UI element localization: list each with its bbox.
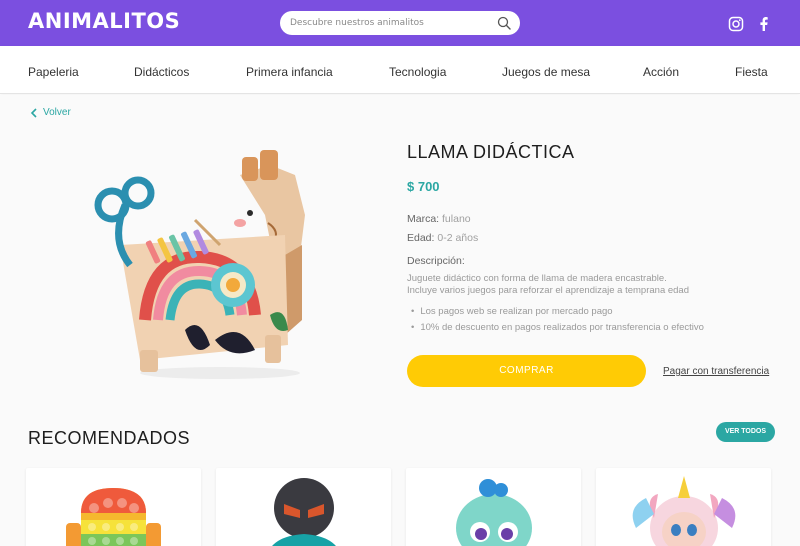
nav-item-tecnologia[interactable]: Tecnologia	[389, 65, 446, 79]
nav-item-didacticos[interactable]: Didácticos	[134, 65, 189, 79]
facebook-icon[interactable]	[756, 16, 772, 32]
logo[interactable]: ANIMALITOS	[28, 9, 180, 33]
see-all-button[interactable]: VER TODOS	[716, 422, 775, 442]
nav-item-juegos-de-mesa[interactable]: Juegos de mesa	[502, 65, 590, 79]
search-icon[interactable]	[497, 16, 511, 30]
product-card[interactable]	[596, 468, 771, 546]
product-price: $ 700	[407, 179, 440, 194]
product-card[interactable]	[406, 468, 581, 546]
brand-value: fulano	[442, 213, 471, 225]
category-nav: Papeleria Didácticos Primera infancia Te…	[0, 46, 800, 94]
product-card[interactable]	[216, 468, 391, 546]
buy-button[interactable]: COMPRAR	[407, 355, 646, 387]
payment-note: Los pagos web se realizan por mercado pa…	[411, 306, 612, 317]
nav-item-fiesta[interactable]: Fiesta	[735, 65, 768, 79]
description-line: Juguete didáctico con forma de llama de …	[407, 273, 667, 284]
back-link[interactable]: Volver	[30, 107, 71, 118]
age-value: 0-2 años	[437, 232, 479, 244]
chevron-left-icon	[30, 107, 37, 118]
product-card[interactable]	[26, 468, 201, 546]
product-title: LLAMA DIDÁCTICA	[407, 142, 575, 162]
nav-item-primera-infancia[interactable]: Primera infancia	[246, 65, 333, 79]
ninja-plush-image	[272, 478, 336, 546]
header-bar: ANIMALITOS	[0, 0, 800, 46]
search-box[interactable]	[280, 11, 520, 35]
product-image[interactable]	[90, 145, 320, 385]
back-label: Volver	[43, 107, 71, 118]
brand-label: Marca:	[407, 213, 440, 225]
description-line: Incluye varios juegos para reforzar el a…	[407, 285, 689, 296]
brand-row: Marca: fulano	[407, 213, 471, 225]
nav-item-papeleria[interactable]: Papeleria	[28, 65, 79, 79]
pay-transfer-link[interactable]: Pagar con transferencia	[663, 366, 769, 377]
age-label: Edad:	[407, 232, 435, 244]
unicorn-doll-image	[632, 476, 736, 546]
search-input[interactable]	[290, 14, 490, 32]
product-page: Volver LLAMA DIDÁCTICA $ 700 Marca: fula…	[0, 95, 800, 546]
pop-it-toy-image	[66, 488, 161, 546]
nav-item-accion[interactable]: Acción	[643, 65, 679, 79]
instagram-icon[interactable]	[728, 16, 744, 32]
description-label: Descripción:	[407, 255, 465, 267]
discount-note: 10% de descuento en pagos realizados por…	[411, 322, 704, 333]
age-row: Edad: 0-2 años	[407, 232, 478, 244]
blue-plush-image	[456, 479, 532, 546]
recommended-title: RECOMENDADOS	[28, 428, 191, 448]
